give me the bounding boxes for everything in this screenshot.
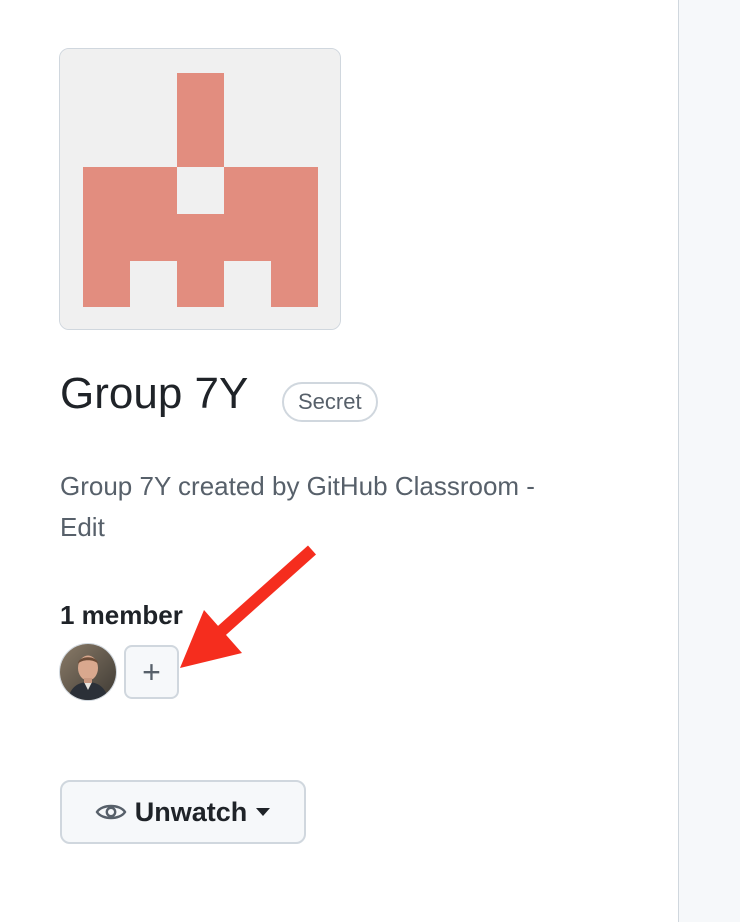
- member-count: 1 member: [60, 600, 183, 630]
- team-name: Group 7Y: [60, 369, 249, 418]
- red-arrow-annotation: [180, 545, 316, 668]
- member-avatar[interactable]: [59, 643, 117, 701]
- unwatch-label: Unwatch: [134, 797, 248, 827]
- add-member-button[interactable]: +: [124, 645, 179, 699]
- edit-description-link[interactable]: Edit: [60, 512, 105, 542]
- team-identicon: [59, 48, 341, 330]
- right-panel: [678, 0, 740, 922]
- team-description: Group 7Y created by GitHub Classroom - E…: [60, 466, 620, 548]
- member-photo: [60, 644, 116, 700]
- team-page: Group 7Y Secret Group 7Y created by GitH…: [0, 0, 740, 922]
- caret-down-icon: [256, 808, 271, 816]
- team-description-text: Group 7Y created by GitHub Classroom -: [60, 471, 535, 501]
- visibility-badge: Secret: [282, 382, 378, 422]
- unwatch-button[interactable]: Unwatch: [60, 780, 306, 844]
- identicon-image: [60, 49, 340, 329]
- plus-icon: +: [142, 654, 161, 690]
- eye-icon: [95, 804, 127, 820]
